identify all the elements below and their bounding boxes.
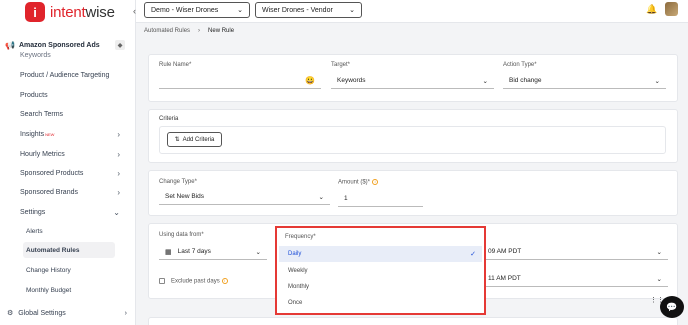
add-criteria-button[interactable]: ⇅ Add Criteria [167, 132, 222, 147]
breadcrumb-parent[interactable]: Automated Rules [144, 28, 190, 34]
sidebar-subitem-alerts[interactable]: Alerts [23, 223, 115, 239]
change-type-select[interactable]: Set New Bids ⌄ [159, 189, 330, 205]
sidebar-subitem-automated-rules[interactable]: Automated Rules [23, 242, 115, 258]
sidebar-item-hourly-metrics[interactable]: Hourly Metrics › [20, 150, 120, 159]
chevron-right-icon: › [117, 150, 120, 159]
emoji-icon[interactable]: 😀 [305, 76, 315, 85]
gear-icon: ⚙ [7, 310, 14, 317]
sidebar: i intentwise 📢 Amazon Sponsored Ads ◆ Ke… [0, 0, 136, 325]
chevron-down-icon: ⌄ [237, 7, 243, 14]
info-icon[interactable]: i [372, 179, 379, 185]
sidebar-item-sponsored-brands[interactable]: Sponsored Brands › [20, 188, 120, 197]
frequency-label: Frequency* [285, 234, 316, 240]
exclude-past-days-checkbox[interactable] [159, 278, 165, 284]
profile-select[interactable]: Wiser Drones - Vendor ⌄ [255, 2, 362, 18]
target-label: Target* [331, 62, 351, 68]
chat-icon[interactable]: 💬 [660, 296, 684, 318]
action-type-select[interactable]: Bid change ⌄ [503, 73, 666, 89]
logo[interactable]: i intentwise [25, 2, 115, 22]
frequency-option-monthly[interactable]: Monthly [279, 279, 482, 295]
sidebar-item-products[interactable]: Products [20, 92, 120, 99]
new-badge: NEW [45, 132, 55, 137]
target-select[interactable]: Keywords ⌄ [331, 73, 494, 89]
avatar[interactable] [665, 2, 678, 16]
breadcrumb: Automated Rules › New Rule [144, 28, 234, 34]
frequency-option-weekly[interactable]: Weekly [279, 263, 482, 279]
sidebar-subitem-change-history[interactable]: Change History [23, 262, 115, 278]
sidebar-item-search-terms[interactable]: Search Terms [20, 111, 120, 118]
top-bar: ‹ Demo - Wiser Drones ⌄ Wiser Drones - Ve… [133, 0, 688, 23]
sidebar-item-product-audience-targeting[interactable]: Product / Audience Targeting [20, 72, 120, 79]
sidebar-subitem-monthly-budget[interactable]: Monthly Budget [23, 282, 115, 298]
logo-icon: i [25, 2, 45, 22]
amount-label: Amount ($)* [338, 179, 371, 186]
breadcrumb-separator-icon: › [198, 28, 201, 34]
rule-name-label: Rule Name* [159, 62, 192, 68]
exclude-past-days-label: Exclude past days [171, 278, 220, 285]
bell-icon[interactable]: 🔔 [646, 4, 657, 15]
chevron-right-icon: › [117, 130, 120, 139]
logo-text-pre: intent [50, 3, 86, 21]
criteria-label: Criteria [159, 116, 179, 122]
time-select-2[interactable]: 11 AM PDT ⌄ [482, 271, 668, 287]
filter-icon: ⇅ [174, 137, 180, 143]
chevron-down-icon: ⌄ [255, 248, 261, 256]
breadcrumb-current: New Rule [208, 28, 235, 34]
frequency-option-once[interactable]: Once [279, 295, 482, 311]
sidebar-header-label: Amazon Sponsored Ads [19, 41, 100, 49]
time-select-1[interactable]: 09 AM PDT ⌄ [482, 244, 668, 260]
chevron-down-icon: ⌄ [349, 7, 355, 14]
chevron-right-icon: › [124, 309, 127, 317]
calendar-icon: ▦ [165, 248, 172, 256]
chevron-down-icon: ⌄ [113, 208, 120, 217]
rule-name-input[interactable]: 😀 [159, 73, 321, 89]
using-data-select[interactable]: ▦ Last 7 days ⌄ [159, 244, 267, 260]
amount-input[interactable]: 1 [338, 191, 423, 207]
sidebar-item-sponsored-products[interactable]: Sponsored Products › [20, 169, 120, 178]
info-icon[interactable]: i [221, 278, 228, 284]
change-type-label: Change Type* [159, 179, 197, 185]
frequency-option-daily[interactable]: Daily ✓ [279, 246, 482, 262]
sidebar-item-keywords[interactable]: Keywords [20, 52, 120, 59]
check-icon: ✓ [470, 251, 476, 258]
drag-handle-icon[interactable]: ⋮⋮ [650, 297, 664, 304]
criteria-box [159, 126, 666, 154]
chevron-right-icon: › [117, 188, 120, 197]
action-type-label: Action Type* [503, 62, 537, 68]
collapse-sidebar-icon[interactable]: ‹ [133, 6, 136, 16]
sidebar-item-global-settings[interactable]: ⚙ Global Settings › [7, 309, 127, 318]
chevron-down-icon: ⌄ [656, 275, 662, 283]
megaphone-icon: 📢 [5, 40, 15, 50]
chevron-down-icon: ⌄ [482, 77, 488, 85]
sidebar-item-insights[interactable]: Insights NEW › [20, 130, 120, 139]
next-card [148, 317, 678, 325]
account-select[interactable]: Demo - Wiser Drones ⌄ [144, 2, 250, 18]
frequency-dropdown[interactable]: Frequency* Daily ✓ Weekly Monthly Once [275, 226, 486, 315]
collapse-section-icon[interactable]: ◆ [115, 40, 125, 50]
sidebar-header[interactable]: 📢 Amazon Sponsored Ads ◆ [5, 38, 125, 52]
chevron-down-icon: ⌄ [654, 77, 660, 85]
sidebar-item-settings[interactable]: Settings ⌄ [20, 208, 120, 217]
chevron-down-icon: ⌄ [656, 248, 662, 256]
chevron-right-icon: › [117, 169, 120, 178]
using-data-label: Using data from* [159, 232, 204, 238]
logo-text-post: wise [85, 3, 115, 21]
chevron-down-icon: ⌄ [318, 193, 324, 201]
